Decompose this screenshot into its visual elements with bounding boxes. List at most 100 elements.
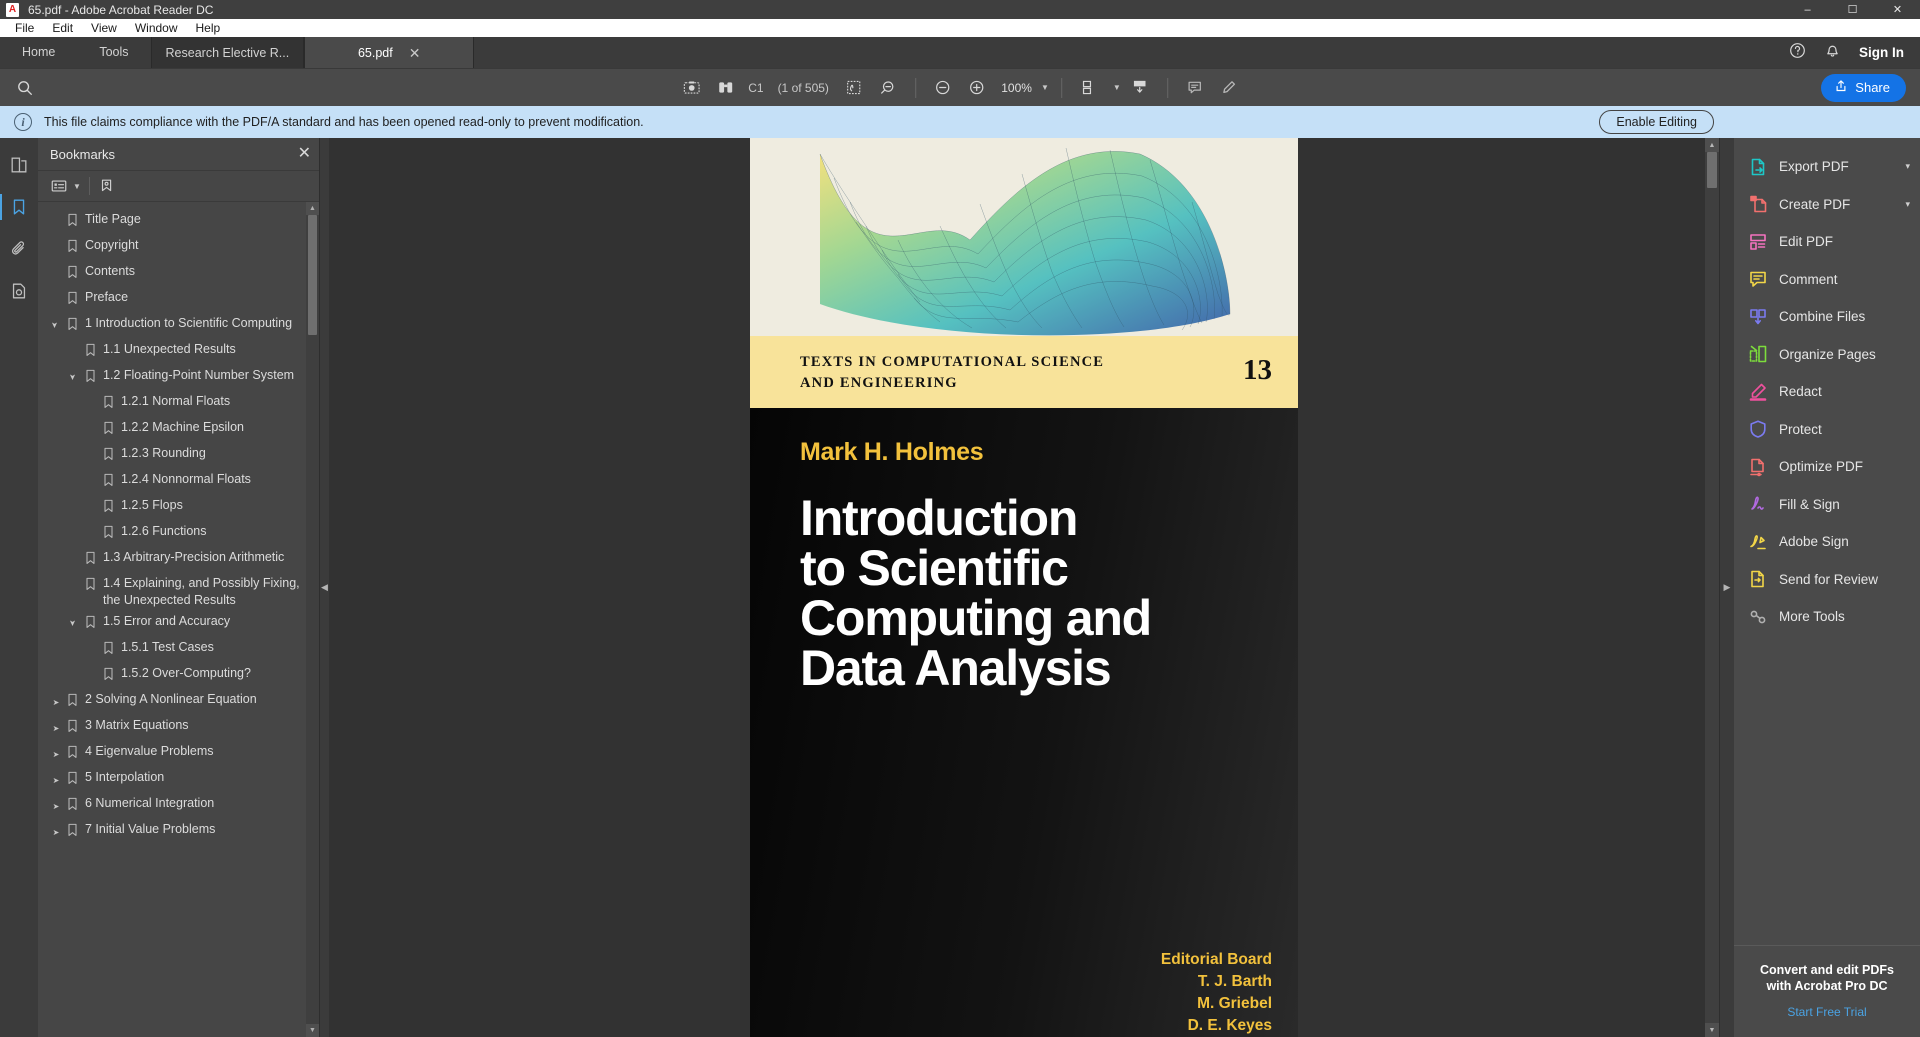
bookmark-item[interactable]: 1.5.2 Over-Computing? (38, 663, 319, 689)
chevron-down-icon[interactable]: ▾ (1905, 161, 1910, 172)
tool-fill-sign[interactable]: Fill & Sign (1734, 486, 1920, 524)
attachments-paperclip-icon[interactable] (6, 236, 32, 262)
share-button[interactable]: Share (1821, 73, 1906, 102)
tab-tools[interactable]: Tools (77, 37, 150, 68)
chevron-down-icon[interactable]: ▾ (1905, 199, 1910, 210)
bookmarks-tree[interactable]: Title Page Copyright Contents Preface ➤ 1 Int… (38, 202, 319, 1037)
comment-icon[interactable] (1180, 74, 1210, 102)
tool-redact[interactable]: Redact (1734, 373, 1920, 411)
bookmark-item[interactable]: 1.2.1 Normal Floats (38, 391, 319, 417)
document-tab-research-elective[interactable]: Research Elective R... (150, 37, 305, 68)
bookmark-item[interactable]: Title Page (38, 209, 319, 235)
tool-comment[interactable]: Comment (1734, 261, 1920, 299)
chevron-right-icon[interactable]: ➤ (48, 743, 64, 763)
chevron-down-icon[interactable]: ▼ (1113, 83, 1121, 92)
tab-home[interactable]: Home (0, 37, 77, 68)
scroll-mode-icon[interactable] (1125, 74, 1155, 102)
scroll-up-icon[interactable]: ▲ (306, 202, 319, 215)
menu-file[interactable]: File (6, 19, 43, 37)
binoculars-icon[interactable] (710, 74, 740, 102)
marquee-zoom-icon[interactable] (873, 74, 903, 102)
maximize-button[interactable]: ☐ (1830, 0, 1875, 19)
bookmark-item[interactable]: 1.2.3 Rounding (38, 443, 319, 469)
bookmark-item[interactable]: 1.4 Explaining, and Possibly Fixing, the… (38, 573, 319, 611)
bookmarks-icon[interactable] (0, 194, 32, 220)
bookmark-item[interactable]: Contents (38, 261, 319, 287)
bookmark-item[interactable]: ➤ 5 Interpolation (38, 767, 319, 793)
bookmark-item[interactable]: ➤ 2 Solving A Nonlinear Equation (38, 689, 319, 715)
menu-edit[interactable]: Edit (43, 19, 82, 37)
tool-organize-pages[interactable]: Organize Pages (1734, 336, 1920, 374)
bookmark-item[interactable]: ➤ 4 Eigenvalue Problems (38, 741, 319, 767)
zoom-out-icon[interactable] (928, 74, 958, 102)
tool-combine-files[interactable]: Combine Files (1734, 298, 1920, 336)
document-scrollbar[interactable]: ▲ ▼ (1705, 138, 1719, 1037)
zoom-in-icon[interactable] (962, 74, 992, 102)
page-number-field[interactable]: C1 (744, 81, 767, 95)
bookmark-item[interactable]: 1.2.6 Functions (38, 521, 319, 547)
search-icon[interactable] (10, 74, 40, 102)
tool-create-pdf[interactable]: Create PDF ▾ (1734, 186, 1920, 224)
bookmark-item[interactable]: 1.3 Arbitrary-Precision Arithmetic (38, 547, 319, 573)
scroll-down-icon[interactable]: ▼ (306, 1024, 319, 1037)
menu-window[interactable]: Window (126, 19, 187, 37)
bookmark-item[interactable]: ➤ 1.5 Error and Accuracy (38, 611, 319, 637)
zoom-level-value[interactable]: 100% (996, 81, 1032, 95)
tool-adobe-sign[interactable]: Adobe Sign (1734, 523, 1920, 561)
bookmark-item[interactable]: 1.2.5 Flops (38, 495, 319, 521)
bookmark-item[interactable]: 1.2.4 Nonnormal Floats (38, 469, 319, 495)
question-circle-icon[interactable] (1789, 42, 1806, 64)
menu-help[interactable]: Help (187, 19, 230, 37)
bookmark-options-icon[interactable]: ▼ (50, 175, 81, 197)
new-bookmark-icon[interactable] (98, 175, 116, 197)
chevron-down-icon[interactable]: ➤ (46, 317, 66, 333)
fit-page-icon[interactable] (1074, 74, 1104, 102)
panel-collapse-handle[interactable]: ◀ (320, 138, 329, 1037)
highlighter-icon[interactable] (1214, 74, 1244, 102)
scrollbar-thumb[interactable] (308, 215, 317, 335)
bookmark-item[interactable]: ➤ 3 Matrix Equations (38, 715, 319, 741)
menu-view[interactable]: View (82, 19, 126, 37)
enable-editing-button[interactable]: Enable Editing (1599, 110, 1714, 134)
tools-expand-handle[interactable]: ▶ (1719, 138, 1734, 1037)
bookmark-item[interactable]: Copyright (38, 235, 319, 261)
chevron-right-icon[interactable]: ➤ (48, 769, 64, 789)
page-thumbnails-icon[interactable] (6, 152, 32, 178)
chevron-right-icon[interactable]: ➤ (48, 717, 64, 737)
tool-protect[interactable]: Protect (1734, 411, 1920, 449)
close-icon[interactable]: ✕ (409, 46, 421, 60)
chevron-right-icon[interactable]: ➤ (48, 691, 64, 711)
sign-in-button[interactable]: Sign In (1859, 45, 1904, 60)
bookmark-item[interactable]: Preface (38, 287, 319, 313)
chevron-right-icon[interactable]: ➤ (48, 795, 64, 815)
start-free-trial-link[interactable]: Start Free Trial (1744, 1005, 1910, 1019)
bookmark-item[interactable]: ➤ 7 Initial Value Problems (38, 819, 319, 845)
document-tab-65pdf[interactable]: 65.pdf ✕ (304, 37, 475, 68)
camera-snapshot-icon[interactable] (676, 74, 706, 102)
scroll-up-icon[interactable]: ▲ (1705, 138, 1719, 152)
scroll-down-icon[interactable]: ▼ (1705, 1023, 1719, 1037)
bookmark-item[interactable]: 1.5.1 Test Cases (38, 637, 319, 663)
bookmark-item[interactable]: ➤ 6 Numerical Integration (38, 793, 319, 819)
chevron-right-icon[interactable]: ➤ (48, 821, 64, 841)
pan-select-icon[interactable] (839, 74, 869, 102)
tool-edit-pdf[interactable]: Edit PDF (1734, 223, 1920, 261)
tool-export-pdf[interactable]: Export PDF ▾ (1734, 148, 1920, 186)
tool-optimize-pdf[interactable]: Optimize PDF (1734, 448, 1920, 486)
document-info-icon[interactable] (6, 278, 32, 304)
tool-send-for-review[interactable]: Send for Review (1734, 561, 1920, 599)
bookmark-item[interactable]: ➤ 1.2 Floating-Point Number System (38, 365, 319, 391)
chevron-down-icon[interactable]: ▼ (1041, 83, 1049, 92)
bookmark-item[interactable]: ➤ 1 Introduction to Scientific Computing (38, 313, 319, 339)
scrollbar-thumb[interactable] (1707, 152, 1717, 188)
chevron-down-icon[interactable]: ➤ (64, 369, 84, 385)
close-icon[interactable]: ✕ (298, 146, 311, 162)
bookmarks-scrollbar[interactable]: ▲ ▼ (306, 202, 319, 1037)
bookmark-item[interactable]: 1.1 Unexpected Results (38, 339, 319, 365)
close-button[interactable]: ✕ (1875, 0, 1920, 19)
chevron-down-icon[interactable]: ➤ (64, 615, 84, 631)
notification-bell-icon[interactable] (1824, 42, 1841, 64)
minimize-button[interactable]: – (1785, 0, 1830, 19)
tool-more-tools[interactable]: More Tools (1734, 598, 1920, 636)
bookmark-item[interactable]: 1.2.2 Machine Epsilon (38, 417, 319, 443)
